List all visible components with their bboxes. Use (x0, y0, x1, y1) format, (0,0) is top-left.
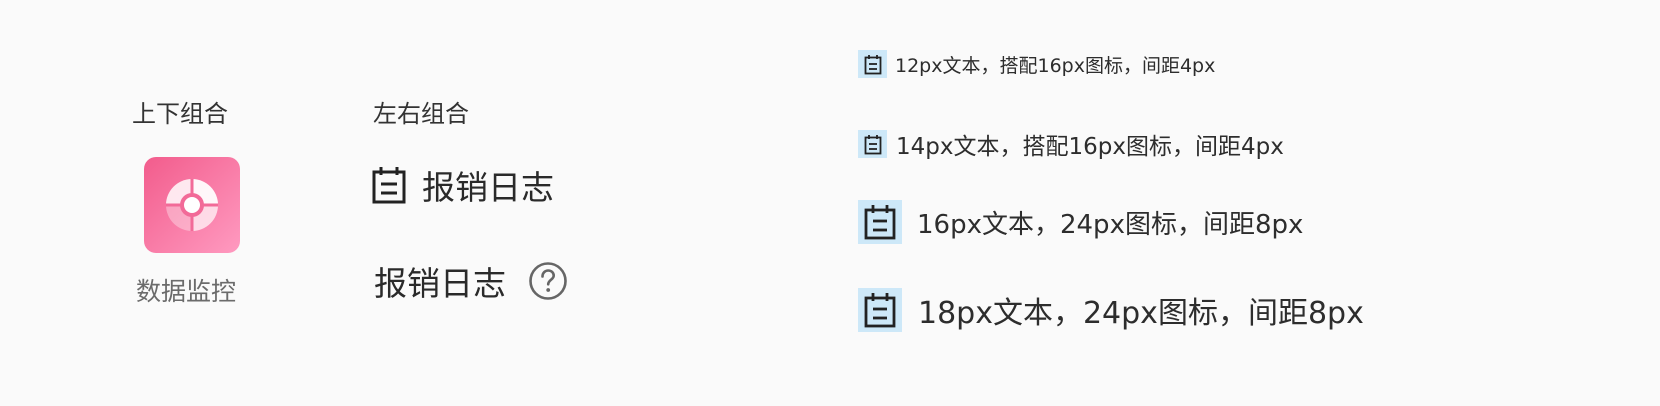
data-monitor-caption: 数据监控 (136, 277, 237, 306)
horizontal-combo-heading: 左右组合 (373, 100, 469, 128)
icon-highlight (858, 200, 902, 244)
data-monitor-app-tile[interactable] (144, 157, 240, 253)
spec-label: 12px文本，搭配16px图标，间距4px (895, 54, 1216, 77)
icon-highlight (858, 130, 887, 158)
calendar-icon (864, 293, 896, 328)
calendar-icon (864, 205, 896, 240)
spec-row-14px: 14px文本，搭配16px图标，间距4px (858, 127, 1284, 161)
vertical-combo-heading: 上下组合 (132, 100, 228, 128)
icon-highlight (858, 50, 887, 78)
calendar-icon (864, 134, 881, 154)
icon-text-combo[interactable]: 报销日志 (372, 161, 554, 209)
spec-label: 18px文本，24px图标，间距8px (918, 296, 1364, 331)
expense-log-label: 报销日志 (374, 264, 506, 303)
calendar-icon (864, 54, 881, 74)
icon-highlight (858, 288, 902, 332)
pie-monitor-icon (166, 179, 218, 231)
calendar-icon (372, 167, 406, 204)
spec-row-12px: 12px文本，搭配16px图标，间距4px (858, 50, 1215, 78)
spec-label: 16px文本，24px图标，间距8px (917, 209, 1304, 240)
text-icon-combo[interactable]: 报销日志 (374, 257, 568, 305)
spec-row-18px: 18px文本，24px图标，间距8px (858, 288, 1364, 332)
spec-label: 14px文本，搭配16px图标，间距4px (896, 134, 1284, 160)
expense-log-label: 报销日志 (422, 168, 554, 207)
help-circle-icon[interactable] (528, 261, 568, 301)
spec-row-16px: 16px文本，24px图标，间距8px (858, 200, 1303, 244)
